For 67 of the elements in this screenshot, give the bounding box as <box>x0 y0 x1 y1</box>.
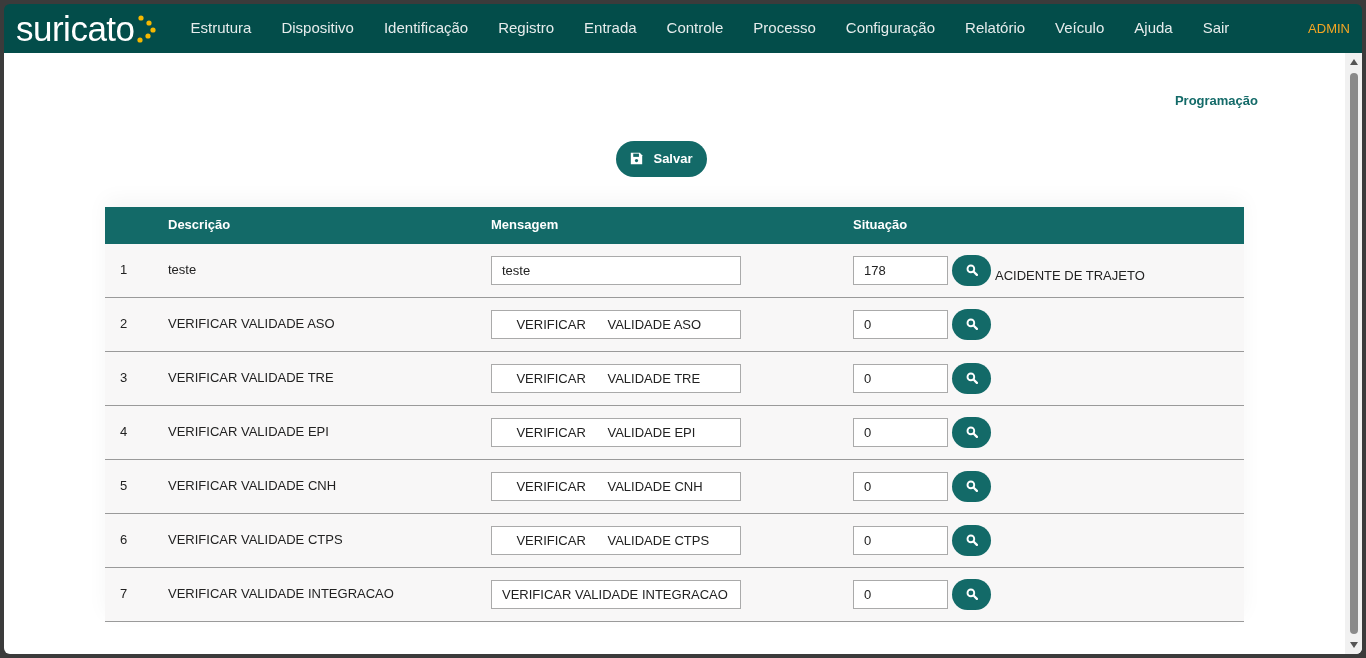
search-button[interactable] <box>952 416 991 448</box>
menu-link[interactable]: Entrada <box>584 17 637 40</box>
message-field[interactable]: VERIFICAR VALIDADE ASO <box>491 309 741 339</box>
user-name[interactable]: ADMIN <box>1308 18 1350 39</box>
menu-link[interactable]: Dispositivo <box>281 17 354 40</box>
logo-dots-icon <box>134 13 157 44</box>
message-field[interactable]: VERIFICAR VALIDADE CNH <box>491 471 741 501</box>
search-icon <box>965 318 978 330</box>
column-header: Situação <box>853 217 908 233</box>
situation-field[interactable]: 0 <box>853 363 948 393</box>
situation-field[interactable]: 178 <box>853 255 948 285</box>
column-header: Descrição <box>168 217 231 233</box>
row-number: 1 <box>120 262 128 278</box>
scroll-down-icon[interactable] <box>1349 642 1358 648</box>
search-icon <box>965 588 978 600</box>
search-icon <box>965 372 978 384</box>
description-cell: VERIFICAR VALIDADE INTEGRACAO <box>168 586 394 602</box>
search-button[interactable] <box>952 470 991 502</box>
search-icon <box>965 426 978 438</box>
column-header: Mensagem <box>491 217 559 233</box>
message-field[interactable]: VERIFICAR VALIDADE EPI <box>491 417 741 447</box>
description-cell: VERIFICAR VALIDADE EPI <box>168 424 329 440</box>
description-cell: VERIFICAR VALIDADE ASO <box>168 316 335 332</box>
situation-label: ACIDENTE DE TRAJETO <box>995 266 1145 285</box>
search-button[interactable] <box>952 308 991 340</box>
row-number: 6 <box>120 532 128 548</box>
page-title: Programação <box>1174 92 1258 110</box>
row-number: 5 <box>120 478 128 494</box>
search-button[interactable] <box>952 362 991 394</box>
scrollbar-thumb[interactable] <box>1349 73 1358 634</box>
message-field[interactable]: teste <box>491 255 741 285</box>
description-cell: VERIFICAR VALIDADE CNH <box>168 478 337 494</box>
menu-link[interactable]: Identificação <box>383 17 469 40</box>
scrollbar[interactable] <box>1345 53 1362 654</box>
situation-field[interactable]: 0 <box>853 579 948 609</box>
search-button[interactable] <box>952 254 991 286</box>
message-field[interactable]: VERIFICAR VALIDADE INTEGRACAO <box>491 579 741 609</box>
menu-link[interactable]: Processo <box>753 17 816 40</box>
menu-link[interactable]: Registro <box>498 17 555 40</box>
description-cell: VERIFICAR VALIDADE CTPS <box>168 532 343 548</box>
menu-link[interactable]: Veículo <box>1055 17 1105 40</box>
scroll-up-icon[interactable] <box>1349 59 1358 65</box>
situation-field[interactable]: 0 <box>853 309 948 339</box>
message-field[interactable]: VERIFICAR VALIDADE TRE <box>491 363 741 393</box>
search-icon <box>965 480 978 492</box>
row-number: 3 <box>120 370 128 386</box>
save-button[interactable]: Salvar <box>616 140 707 177</box>
situation-field[interactable]: 0 <box>853 525 948 555</box>
search-button[interactable] <box>952 578 991 610</box>
menu-link[interactable]: Relatório <box>965 17 1026 40</box>
menu-link[interactable]: Sair <box>1202 17 1230 40</box>
situation-field[interactable]: 0 <box>853 417 948 447</box>
menu-link[interactable]: Controle <box>666 17 724 40</box>
search-button[interactable] <box>952 524 991 556</box>
search-icon <box>965 264 978 276</box>
description-cell: VERIFICAR VALIDADE TRE <box>168 370 334 386</box>
situation-field[interactable]: 0 <box>853 471 948 501</box>
description-cell: teste <box>168 262 197 278</box>
row-number: 7 <box>120 586 128 602</box>
menu-link[interactable]: Ajuda <box>1134 17 1173 40</box>
search-icon <box>965 534 978 546</box>
menu-link[interactable]: Configuração <box>845 17 936 40</box>
message-field[interactable]: VERIFICAR VALIDADE CTPS <box>491 525 741 555</box>
row-number: 2 <box>120 316 128 332</box>
menu-link[interactable]: Estrutura <box>190 17 252 40</box>
row-number: 4 <box>120 424 128 440</box>
logo-text: suricato <box>16 11 135 46</box>
